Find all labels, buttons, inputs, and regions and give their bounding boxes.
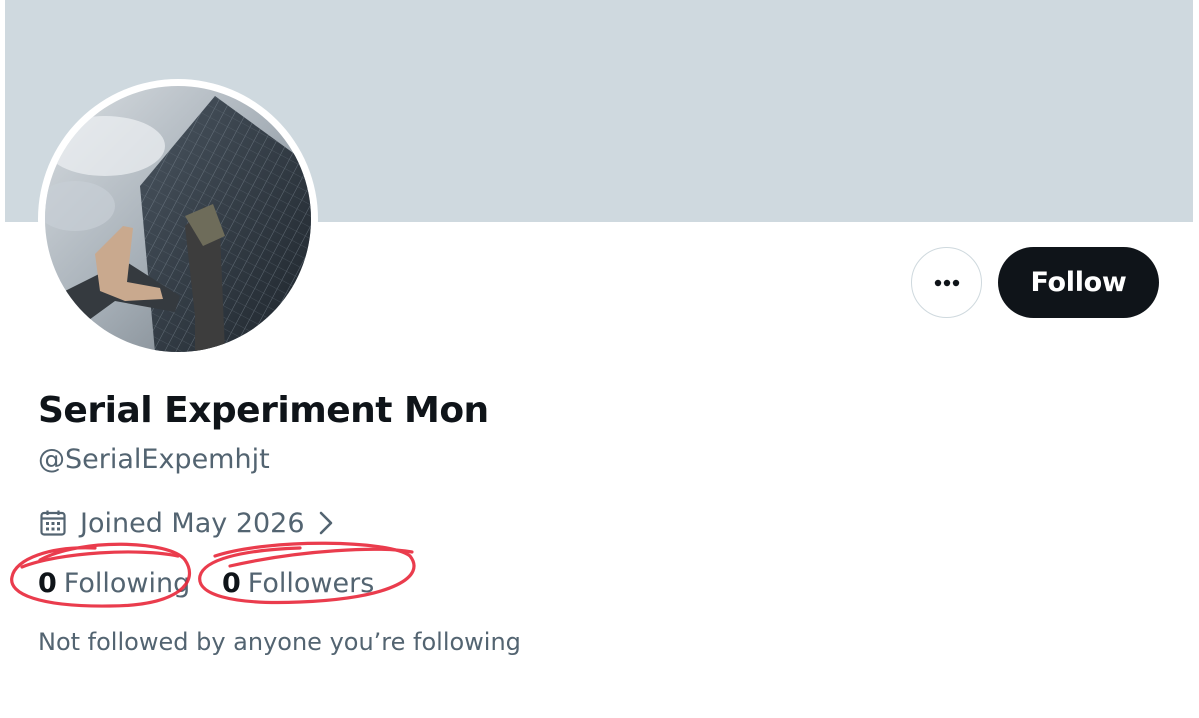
- following-link[interactable]: 0 Following: [38, 568, 190, 599]
- avatar-photo: [45, 86, 311, 352]
- more-horizontal-icon: [934, 279, 959, 286]
- profile-handle: @SerialExpemhjt: [38, 444, 270, 475]
- followers-count: 0: [222, 568, 241, 599]
- joined-date[interactable]: Joined May 2026: [38, 505, 335, 541]
- avatar[interactable]: [38, 79, 318, 359]
- display-name: Serial Experiment Mon: [38, 390, 489, 431]
- joined-label: Joined May 2026: [80, 507, 305, 539]
- profile-page: Follow Serial Experiment Mon @SerialExpe…: [0, 0, 1199, 718]
- followed-by-text: Not followed by anyone you’re following: [38, 628, 521, 656]
- more-options-button[interactable]: [911, 247, 982, 318]
- followers-link[interactable]: 0 Followers: [222, 568, 374, 599]
- calendar-icon: [38, 508, 68, 538]
- following-label: Following: [63, 568, 191, 599]
- follow-button[interactable]: Follow: [998, 247, 1159, 318]
- following-count: 0: [38, 568, 57, 599]
- chevron-right-icon: [317, 510, 335, 536]
- followers-label: Followers: [247, 568, 375, 599]
